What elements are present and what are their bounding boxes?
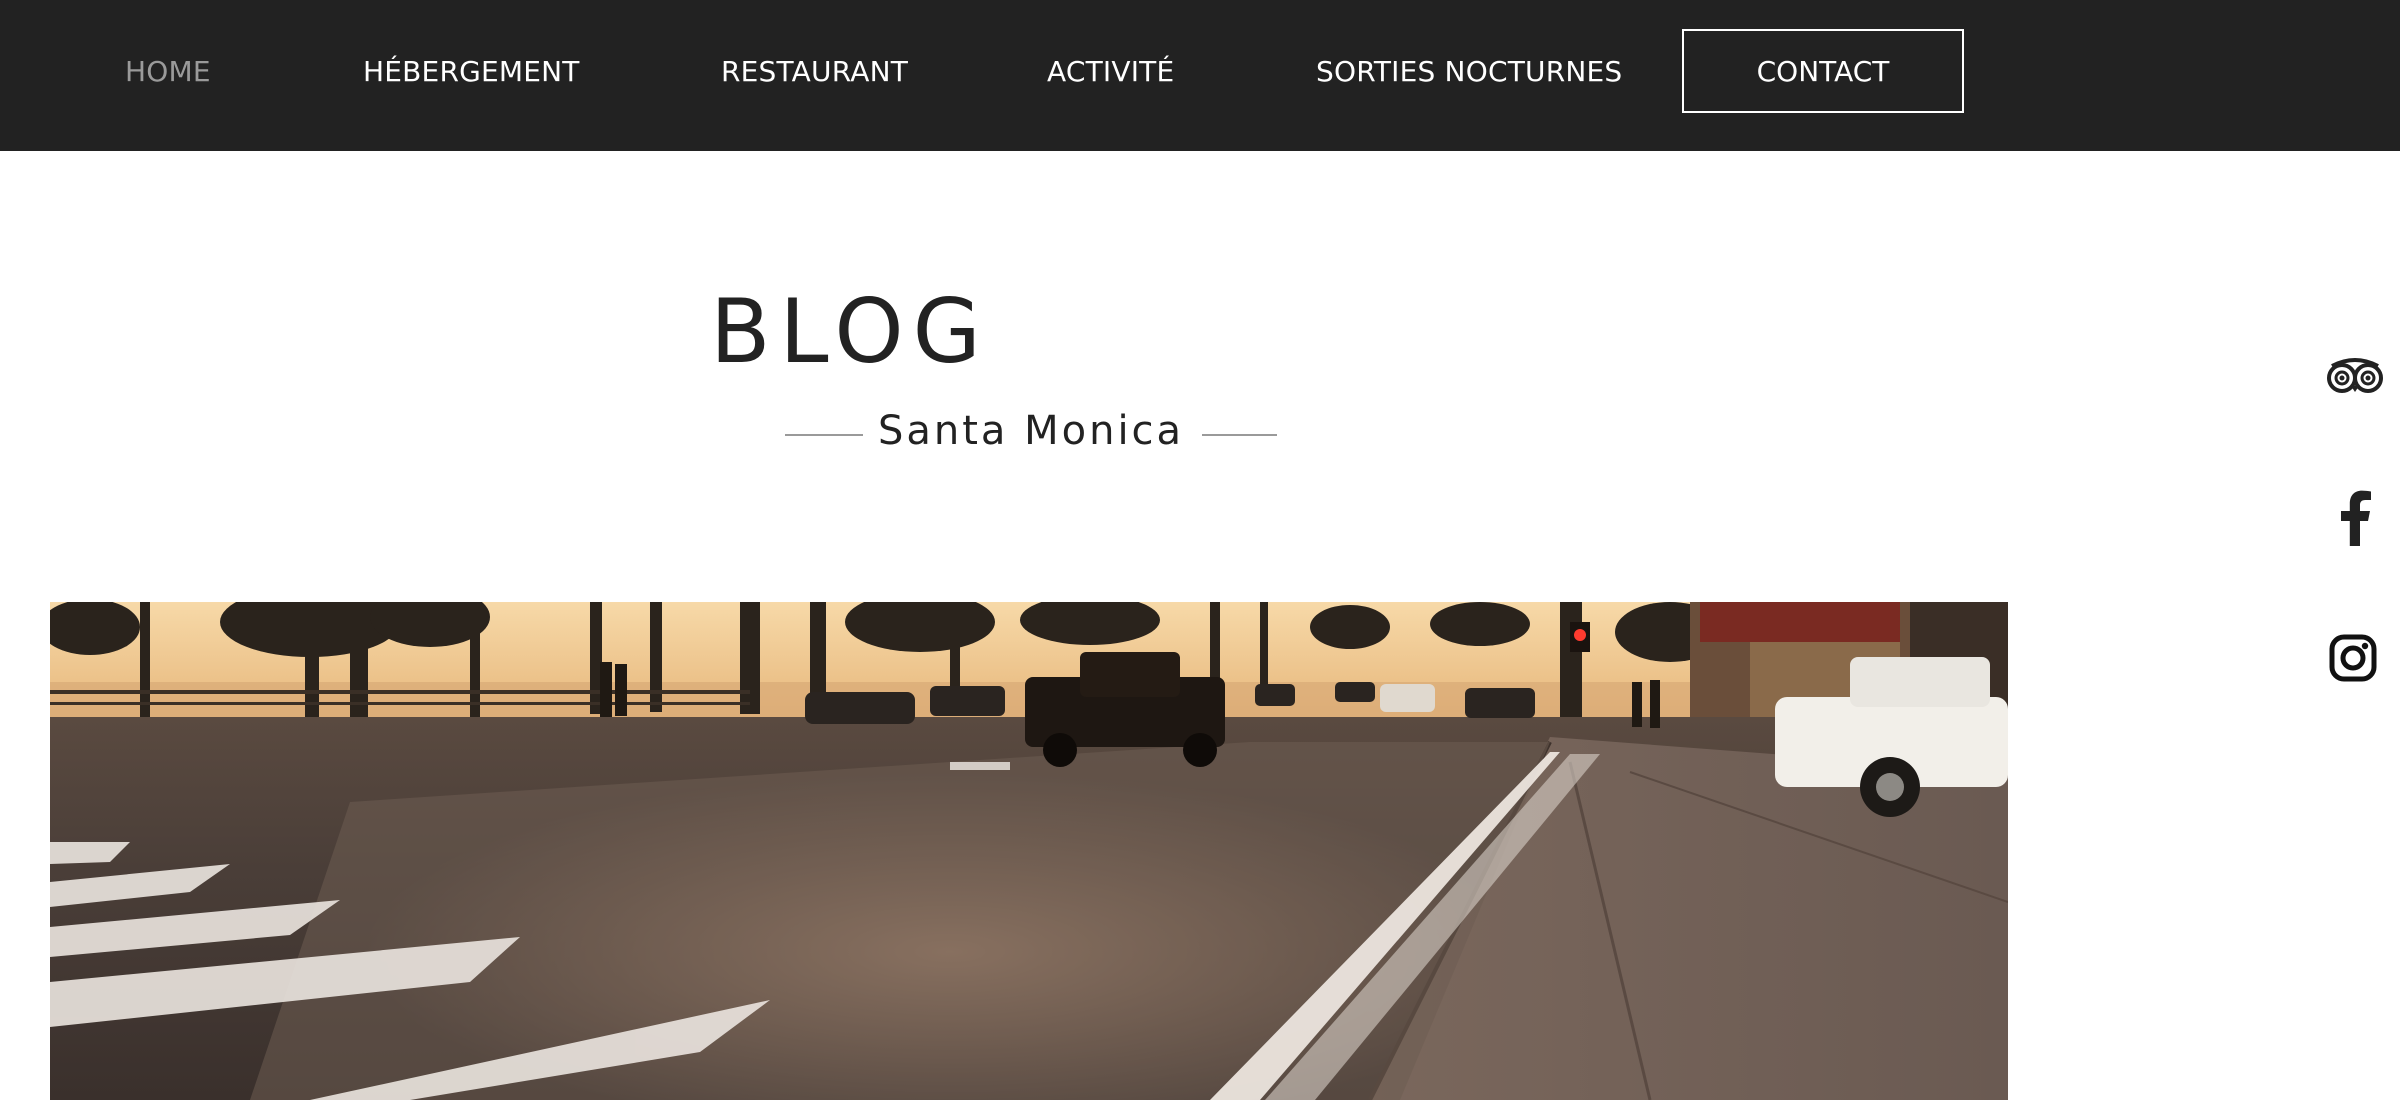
nav-sorties-nocturnes[interactable]: SORTIES NOCTURNES xyxy=(1316,50,1622,94)
nav-activite[interactable]: ACTIVITÉ xyxy=(1047,50,1174,94)
page: HOME HÉBERGEMENT RESTAURANT ACTIVITÉ SOR… xyxy=(0,0,2400,1100)
nav-hebergement[interactable]: HÉBERGEMENT xyxy=(363,50,580,94)
tripadvisor-icon[interactable] xyxy=(2326,354,2384,396)
page-subtitle: Santa Monica xyxy=(877,408,1185,454)
contact-button[interactable]: CONTACT xyxy=(1682,29,1964,113)
nav-home[interactable]: HOME xyxy=(125,50,211,94)
facebook-icon[interactable] xyxy=(2337,490,2373,546)
nav-restaurant[interactable]: RESTAURANT xyxy=(721,50,908,94)
hero-image xyxy=(50,602,2008,1100)
page-title: BLOG xyxy=(710,280,990,383)
street-photo xyxy=(50,602,2008,1100)
subtitle-row: Santa Monica xyxy=(785,400,1277,460)
divider-right xyxy=(1202,434,1277,436)
top-navigation: HOME HÉBERGEMENT RESTAURANT ACTIVITÉ SOR… xyxy=(0,0,2400,151)
instagram-icon[interactable] xyxy=(2329,634,2377,682)
